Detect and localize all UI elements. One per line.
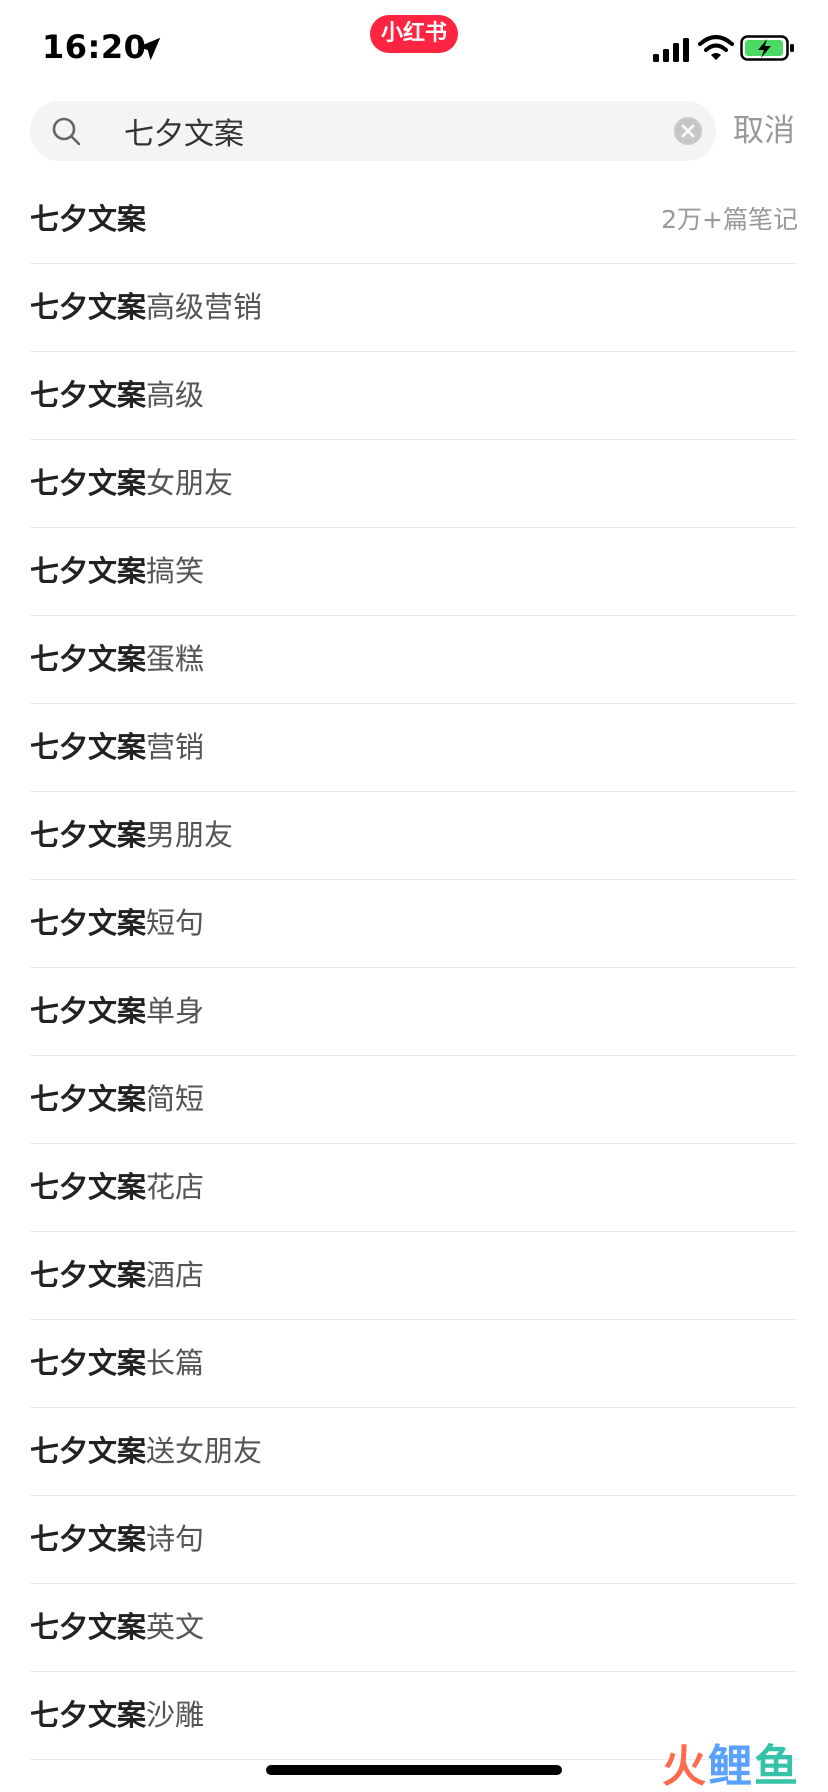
suggestion-text: 七夕文案沙雕 <box>30 1672 204 1759</box>
suggestion-suffix: 长篇 <box>146 1346 205 1380</box>
suggestion-suffix: 女朋友 <box>146 466 234 500</box>
suggestion-keyword: 七夕文案 <box>30 466 147 500</box>
cellular-signal-icon <box>653 38 689 62</box>
suggestion-keyword: 七夕文案 <box>30 202 147 236</box>
suggestion-item[interactable]: 七夕文案简短 <box>30 1056 798 1144</box>
suggestion-keyword: 七夕文案 <box>30 1082 147 1116</box>
suggestion-suffix: 搞笑 <box>146 554 205 588</box>
suggestion-text: 七夕文案蛋糕 <box>30 616 204 703</box>
suggestion-text: 七夕文案诗句 <box>30 1496 204 1583</box>
suggestion-item[interactable]: 七夕文案搞笑 <box>30 528 798 616</box>
suggestion-item[interactable]: 七夕文案女朋友 <box>30 440 798 528</box>
home-indicator <box>266 1765 562 1775</box>
note-count: 2万+篇笔记 <box>661 205 798 234</box>
suggestion-keyword: 七夕文案 <box>30 1434 147 1468</box>
suggestion-item[interactable]: 七夕文案高级营销 <box>30 264 798 352</box>
search-bar[interactable] <box>30 101 716 161</box>
suggestion-text: 七夕文案高级 <box>30 352 204 439</box>
status-bar: 16:20 小红书 <box>0 0 828 96</box>
suggestion-text: 七夕文案男朋友 <box>30 792 233 879</box>
suggestion-suffix: 简短 <box>146 1082 205 1116</box>
suggestion-item[interactable]: 七夕文案酒店 <box>30 1232 798 1320</box>
suggestion-text: 七夕文案女朋友 <box>30 440 233 527</box>
suggestion-text: 七夕文案单身 <box>30 968 204 1055</box>
suggestion-keyword: 七夕文案 <box>30 906 147 940</box>
suggestion-text: 七夕文案花店 <box>30 1144 204 1231</box>
watermark-char: 鲤 <box>708 1741 754 1792</box>
suggestion-keyword: 七夕文案 <box>30 1522 147 1556</box>
suggestion-keyword: 七夕文案 <box>30 1258 147 1292</box>
suggestion-text: 七夕文案高级营销 <box>30 264 262 351</box>
suggestion-keyword: 七夕文案 <box>30 378 147 412</box>
suggestion-suffix: 沙雕 <box>146 1698 205 1732</box>
suggestion-keyword: 七夕文案 <box>30 642 147 676</box>
watermark-char: 鱼 <box>754 1741 800 1792</box>
suggestion-text: 七夕文案长篇 <box>30 1320 204 1407</box>
suggestion-item[interactable]: 七夕文案短句 <box>30 880 798 968</box>
suggestion-item[interactable]: 七夕文案长篇 <box>30 1320 798 1408</box>
suggestion-keyword: 七夕文案 <box>30 290 147 324</box>
suggestion-suffix: 高级 <box>146 378 205 412</box>
suggestion-suffix: 营销 <box>146 730 205 764</box>
suggestion-suffix: 短句 <box>146 906 205 940</box>
watermark-logo: 火鲤鱼 <box>662 1742 800 1792</box>
suggestion-keyword: 七夕文案 <box>30 994 147 1028</box>
battery-charging-icon <box>740 35 794 61</box>
suggestion-suffix: 蛋糕 <box>146 642 205 676</box>
status-time: 16:20 <box>42 28 147 66</box>
suggestion-suffix: 单身 <box>146 994 205 1028</box>
suggestion-text: 七夕文案搞笑 <box>30 528 204 615</box>
suggestion-keyword: 七夕文案 <box>30 1698 147 1732</box>
suggestion-item[interactable]: 七夕文案营销 <box>30 704 798 792</box>
suggestion-keyword: 七夕文案 <box>30 1610 147 1644</box>
search-icon <box>52 117 81 146</box>
suggestion-text: 七夕文案酒店 <box>30 1232 204 1319</box>
suggestion-suffix: 酒店 <box>146 1258 205 1292</box>
clear-icon[interactable] <box>673 116 703 146</box>
suggestion-keyword: 七夕文案 <box>30 1346 147 1380</box>
cancel-button[interactable]: 取消 <box>733 108 795 154</box>
suggestion-text: 七夕文案送女朋友 <box>30 1408 262 1495</box>
suggestion-suffix: 英文 <box>146 1610 205 1644</box>
suggestion-suffix: 男朋友 <box>146 818 234 852</box>
suggestion-item[interactable]: 七夕文案诗句 <box>30 1496 798 1584</box>
suggestion-keyword: 七夕文案 <box>30 818 147 852</box>
suggestion-keyword: 七夕文案 <box>30 554 147 588</box>
app-badge: 小红书 <box>370 15 458 53</box>
suggestion-keyword: 七夕文案 <box>30 1170 147 1204</box>
search-input[interactable] <box>92 101 652 161</box>
wifi-icon <box>698 35 734 60</box>
suggestion-keyword: 七夕文案 <box>30 730 147 764</box>
suggestion-item[interactable]: 七夕文案 2万+篇笔记 <box>30 176 798 264</box>
suggestion-text: 七夕文案英文 <box>30 1584 204 1671</box>
suggestion-suffix: 花店 <box>146 1170 205 1204</box>
suggestion-item[interactable]: 七夕文案英文 <box>30 1584 798 1672</box>
suggestion-suffix: 送女朋友 <box>146 1434 263 1468</box>
suggestion-item[interactable]: 七夕文案高级 <box>30 352 798 440</box>
suggestion-suffix: 诗句 <box>146 1522 205 1556</box>
suggestion-item[interactable]: 七夕文案蛋糕 <box>30 616 798 704</box>
suggestion-text: 七夕文案 <box>30 176 146 263</box>
suggestion-item[interactable]: 七夕文案单身 <box>30 968 798 1056</box>
suggestion-suffix: 高级营销 <box>146 290 263 324</box>
location-arrow-icon <box>137 37 161 61</box>
watermark-char: 火 <box>662 1741 708 1792</box>
suggestion-item[interactable]: 七夕文案男朋友 <box>30 792 798 880</box>
suggestion-text: 七夕文案短句 <box>30 880 204 967</box>
suggestion-item[interactable]: 七夕文案花店 <box>30 1144 798 1232</box>
suggestion-text: 七夕文案营销 <box>30 704 204 791</box>
suggestion-item[interactable]: 七夕文案送女朋友 <box>30 1408 798 1496</box>
suggestion-text: 七夕文案简短 <box>30 1056 204 1143</box>
suggestion-list: 七夕文案 2万+篇笔记 七夕文案高级营销 七夕文案高级 七夕文案女朋友 七夕文案搞笑 七夕文… <box>30 176 798 1760</box>
